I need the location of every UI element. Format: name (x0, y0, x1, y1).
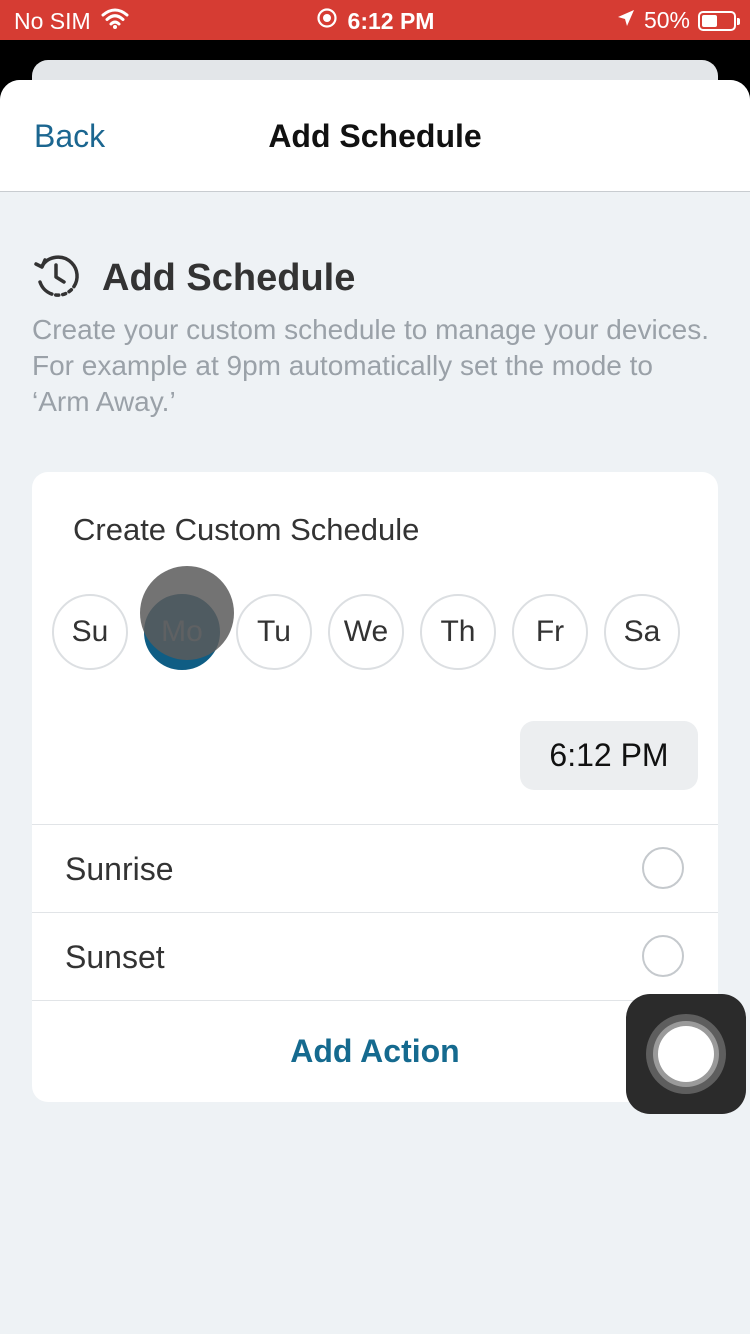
assistive-ring-inner (658, 1026, 714, 1082)
add-action-label: Add Action (290, 1033, 460, 1069)
day-tu-button[interactable]: Tu (236, 594, 312, 670)
location-icon (616, 7, 636, 34)
day-selector: Su Mo Tu We Th Fr Sa (52, 594, 680, 670)
day-mo-button[interactable]: Mo (144, 594, 220, 670)
day-sa-button[interactable]: Sa (604, 594, 680, 670)
card-title: Create Custom Schedule (73, 512, 420, 547)
nav-title: Add Schedule (268, 118, 482, 154)
sunset-option[interactable]: Sunset (32, 912, 718, 1000)
sunset-label: Sunset (65, 939, 165, 975)
day-th-button[interactable]: Th (420, 594, 496, 670)
battery-fill (702, 14, 717, 27)
day-we-button[interactable]: We (328, 594, 404, 670)
battery-icon (698, 10, 740, 31)
sunrise-option[interactable]: Sunrise (32, 824, 718, 912)
sunrise-radio[interactable] (642, 847, 684, 889)
status-right: 50% (616, 7, 740, 34)
navigation-bar: Back Add Schedule (0, 80, 750, 192)
section-description: Create your custom schedule to manage yo… (32, 314, 710, 417)
sunrise-label: Sunrise (65, 851, 174, 887)
add-schedule-sheet: Back Add Schedule Add Schedule Create yo… (0, 80, 750, 1334)
battery-percent: 50% (643, 7, 690, 33)
schedule-history-icon (32, 252, 80, 305)
sunset-radio[interactable] (642, 935, 684, 977)
section-title: Add Schedule (102, 257, 356, 299)
assistive-touch-button[interactable] (626, 994, 746, 1114)
day-su-button[interactable]: Su (52, 594, 128, 670)
status-time: 6:12 PM (347, 7, 435, 34)
section-header: Add Schedule (32, 252, 355, 305)
custom-schedule-card: Create Custom Schedule Su Mo Tu We Th Fr Sa 6:… (32, 472, 718, 1102)
status-bar: No SIM 6:12 PM 50% (0, 0, 750, 40)
screen-record-icon (316, 7, 338, 35)
add-action-button[interactable]: Add Action (32, 1000, 718, 1102)
time-picker-button[interactable]: 6:12 PM (520, 721, 698, 790)
day-fr-button[interactable]: Fr (512, 594, 588, 670)
